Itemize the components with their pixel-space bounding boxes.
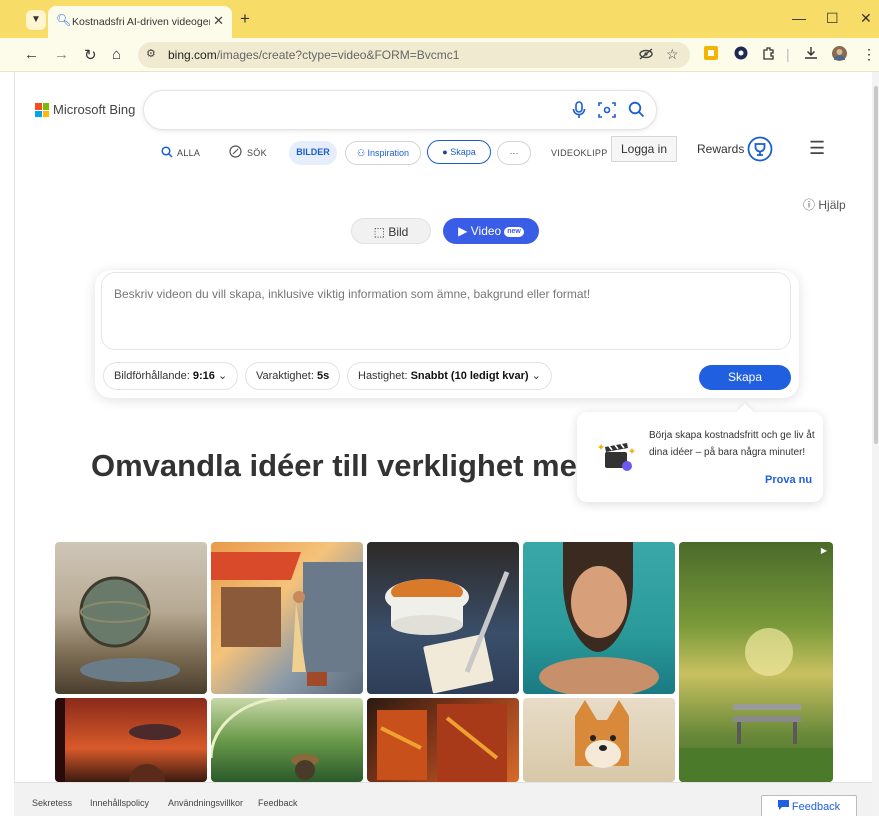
- reload-icon[interactable]: ↻: [84, 46, 97, 64]
- tab-title: Kostnadsfri AI-driven videogenerator: [72, 16, 210, 28]
- gallery-tile-paintings[interactable]: [367, 698, 519, 782]
- page-headline: Omvandla idéer till verklighet med: [91, 448, 579, 483]
- search-icon[interactable]: [628, 101, 645, 123]
- visual-search-icon[interactable]: [598, 101, 616, 124]
- footer-link-terms[interactable]: Användningsvillkor: [168, 798, 243, 808]
- create-panel: Beskriv videon du vill skapa, inklusive …: [95, 270, 799, 398]
- footer-link-content-policy[interactable]: Innehållspolicy: [90, 798, 149, 808]
- microphone-icon[interactable]: [572, 101, 586, 124]
- clapperboard-icon: [598, 443, 635, 471]
- tooltip-text: Börja skapa kostnadsfritt och ge liv åt …: [649, 430, 815, 458]
- aspect-ratio-dropdown[interactable]: Bildförhållande: 9:16 ⌄: [103, 362, 239, 390]
- nav-tab-inspiration[interactable]: ⚇ Inspiration: [345, 141, 421, 165]
- extensions-icon[interactable]: [762, 46, 776, 63]
- tab-favicon-icon: 🔍︎: [56, 13, 72, 27]
- login-button[interactable]: Logga in: [611, 136, 677, 162]
- minimize-icon[interactable]: —: [792, 10, 806, 26]
- mode-video-button[interactable]: ▶ Video new: [443, 218, 539, 244]
- gallery-tile-cafe[interactable]: [211, 542, 363, 694]
- gallery-tile-creme-brulee[interactable]: [367, 542, 519, 694]
- back-icon[interactable]: ←: [24, 46, 39, 63]
- tooltip-arrow: [736, 403, 754, 421]
- search-icon: [161, 146, 173, 161]
- speed-dropdown[interactable]: Hastighet: Snabbt (10 ledigt kvar) ⌄: [347, 362, 552, 390]
- inspiration-icon: ⚇: [356, 148, 366, 158]
- url-text: bing.com/images/create?ctype=video&FORM=…: [168, 48, 460, 62]
- rewards-trophy-icon[interactable]: [747, 136, 773, 167]
- browser-tab[interactable]: 🔍︎ Kostnadsfri AI-driven videogenerator …: [48, 6, 232, 38]
- extension-yellow-icon[interactable]: [704, 46, 718, 63]
- nav-tab-images[interactable]: BILDER: [289, 141, 337, 165]
- address-bar[interactable]: ⚙ bing.com/images/create?ctype=video&FOR…: [138, 42, 690, 68]
- example-gallery: ▶: [55, 542, 833, 782]
- microsoft-logo-icon: [35, 103, 49, 117]
- gallery-tile-globe[interactable]: [55, 542, 207, 694]
- site-info-icon[interactable]: ⚙: [146, 47, 156, 60]
- tab-close-icon[interactable]: ✕: [213, 13, 224, 29]
- chevron-down-icon: ⌄: [218, 370, 228, 382]
- new-badge: new: [504, 226, 524, 237]
- gallery-tile-shiba[interactable]: [523, 698, 675, 782]
- browser-toolbar: ← → ↻ ⌂ ⚙ bing.com/images/create?ctype=v…: [0, 38, 879, 72]
- profile-avatar[interactable]: [832, 46, 847, 64]
- footer-link-privacy[interactable]: Sekretess: [32, 798, 72, 808]
- onboarding-tooltip: Börja skapa kostnadsfritt och ge liv åt …: [577, 403, 823, 502]
- footer-link-feedback[interactable]: Feedback: [258, 798, 298, 808]
- logo-text: Microsoft Bing: [53, 102, 136, 117]
- star-icon[interactable]: ☆: [666, 46, 679, 63]
- chat-icon: [777, 800, 792, 813]
- close-window-icon[interactable]: ✕: [860, 10, 872, 27]
- maximize-icon[interactable]: ☐: [826, 10, 839, 27]
- help-link[interactable]: ⓘ Hjälp: [803, 196, 846, 213]
- hamburger-menu-icon[interactable]: ☰: [809, 138, 825, 159]
- page-footer: Sekretess Innehållspolicy Användningsvil…: [14, 782, 872, 816]
- nav-tab-videoclips[interactable]: VIDEOKLIPP: [551, 148, 608, 158]
- play-icon: ▶: [820, 546, 827, 555]
- eye-off-icon[interactable]: [638, 46, 654, 65]
- prompt-textarea[interactable]: Beskriv videon du vill skapa, inklusive …: [101, 272, 791, 350]
- duration-option[interactable]: Varaktighet: 5s: [245, 362, 341, 390]
- gallery-tile-airship[interactable]: [55, 698, 207, 782]
- gallery-tile-jungle[interactable]: [211, 698, 363, 782]
- help-icon: ⓘ: [803, 198, 816, 212]
- download-icon[interactable]: [804, 46, 818, 63]
- tab-search-icon[interactable]: ▼: [26, 10, 46, 30]
- nav-tab-create[interactable]: ● Skapa: [427, 140, 491, 164]
- gallery-tile-swimmer[interactable]: [523, 542, 675, 694]
- bing-page: Microsoft Bing ALLA SÖK BILDER ⚇ Inspira…: [14, 72, 879, 816]
- rewards-label[interactable]: Rewards: [697, 142, 744, 156]
- nav-more-button[interactable]: ···: [497, 141, 531, 165]
- new-tab-button[interactable]: +: [240, 9, 250, 29]
- forward-icon[interactable]: →: [54, 46, 69, 63]
- image-icon: ⬚: [373, 225, 385, 239]
- feedback-button[interactable]: Feedback: [761, 795, 857, 816]
- create-button[interactable]: Skapa: [699, 365, 791, 390]
- create-icon: ●: [442, 147, 448, 157]
- scrollbar-thumb[interactable]: [874, 86, 878, 444]
- toolbar-divider: |: [786, 46, 790, 62]
- video-icon: ▶: [458, 224, 468, 238]
- chevron-down-icon: ⌄: [531, 370, 541, 382]
- menu-dots-icon[interactable]: ⋮: [862, 46, 876, 63]
- gallery-tile-park-bench[interactable]: ▶: [679, 542, 833, 782]
- browser-tabstrip: ▼ 🔍︎ Kostnadsfri AI-driven videogenerato…: [0, 0, 879, 38]
- search-input[interactable]: [143, 90, 657, 130]
- extension-dark-icon[interactable]: [734, 46, 748, 63]
- home-icon[interactable]: ⌂: [112, 46, 121, 63]
- prompt-placeholder: Beskriv videon du vill skapa, inklusive …: [114, 287, 591, 301]
- try-now-link[interactable]: Prova nu: [765, 474, 812, 486]
- mode-image-button[interactable]: ⬚ Bild: [351, 218, 431, 244]
- copilot-icon: [229, 145, 242, 163]
